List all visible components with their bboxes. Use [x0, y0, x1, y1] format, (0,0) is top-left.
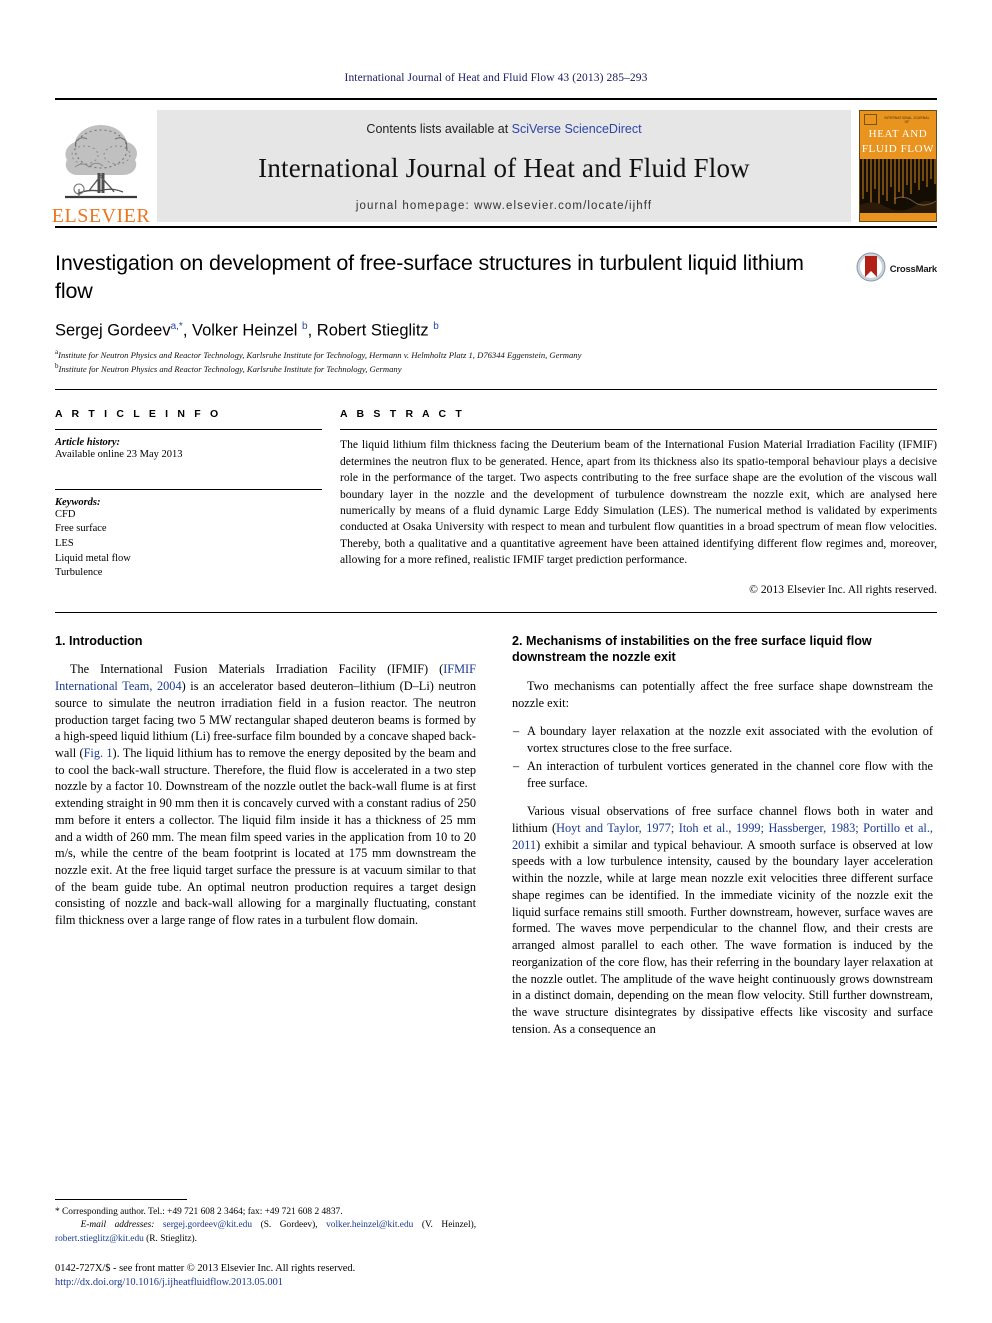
obs-text-b: ) exhibit a similar and typical behaviou…	[512, 837, 933, 1036]
issn-copyright-block: 0142-727X/$ - see front matter © 2013 El…	[55, 1262, 476, 1291]
journal-masthead: ELSEVIER Contents lists available at Sci…	[51, 98, 937, 228]
bullet-item: A boundary layer relaxation at the nozzl…	[512, 723, 933, 756]
affiliation-text: Institute for Neutron Physics and Reacto…	[58, 363, 402, 374]
article-history-value: Available online 23 May 2013	[55, 449, 183, 461]
body-columns: 1. Introduction The International Fusion…	[55, 633, 937, 1038]
intro-text-c: ). The liquid lithium has to remove the …	[55, 745, 476, 928]
section-heading-introduction: 1. Introduction	[55, 633, 143, 648]
article-info-heading: A R T I C L E I N F O	[55, 408, 222, 421]
journal-homepage-link[interactable]: journal homepage: www.elsevier.com/locat…	[356, 200, 652, 212]
corresponding-author-note: * Corresponding author. Tel.: +49 721 60…	[55, 1206, 477, 1244]
crossmark-badge[interactable]: CrossMark	[856, 252, 937, 287]
crossmark-icon	[856, 252, 886, 287]
abstract-column: A B S T R A C T The liquid lithium film …	[340, 408, 937, 596]
keyword-item: CFD	[55, 508, 76, 520]
right-column: 2. Mechanisms of instabilities on the fr…	[512, 633, 933, 1038]
cover-elsevier-badge-icon	[864, 114, 877, 125]
affiliation-text: Institute for Neutron Physics and Reacto…	[58, 349, 582, 360]
elsevier-tree-icon	[57, 115, 145, 205]
email-link[interactable]: robert.stieglitz@kit.edu	[55, 1234, 144, 1244]
article-history-label: Article history:	[55, 437, 121, 449]
keyword-item: Liquid metal flow	[55, 552, 131, 564]
affiliation-item: aInstitute for Neutron Physics and React…	[55, 347, 937, 361]
keyword-item: Free surface	[55, 523, 107, 535]
info-abstract-row: A R T I C L E I N F O Article history: A…	[55, 408, 937, 596]
email-owner: (S. Gordeev)	[260, 1220, 316, 1231]
info-rule-top	[55, 429, 322, 431]
footnote-rule	[55, 1198, 187, 1200]
contents-prefix: Contents lists available at	[366, 122, 512, 136]
keywords-block: Keywords: CFD Free surface LES Liquid me…	[55, 488, 322, 581]
cover-bottom-bar	[860, 213, 936, 221]
page-footer: * Corresponding author. Tel.: +49 721 60…	[55, 1198, 477, 1291]
article-info-column: A R T I C L E I N F O Article history: A…	[55, 408, 340, 596]
info-rule-keywords	[55, 488, 322, 490]
mechanisms-bullet-list: A boundary layer relaxation at the nozzl…	[512, 723, 933, 791]
running-head: International Journal of Heat and Fluid …	[344, 72, 648, 84]
keywords-list: CFD Free surface LES Liquid metal flow T…	[55, 508, 322, 581]
doi-link[interactable]: http://dx.doi.org/10.1016/j.ijheatfluidf…	[55, 1276, 476, 1291]
keyword-item: LES	[55, 538, 74, 550]
abstract-bottom-rule	[55, 611, 937, 613]
intro-text-a: The International Fusion Materials Irrad…	[70, 662, 444, 677]
section-heading-mechanisms: 2. Mechanisms of instabilities on the fr…	[512, 633, 872, 665]
journal-cover-thumbnail: INTERNATIONAL JOURNAL OF HEAT AND FLUID …	[859, 110, 937, 222]
article-page: International Journal of Heat and Fluid …	[0, 0, 992, 1323]
affiliation-item: bInstitute for Neutron Physics and React…	[55, 361, 937, 375]
issn-line: 0142-727X/$ - see front matter © 2013 El…	[55, 1262, 356, 1274]
email-owner: (R. Stieglitz)	[146, 1233, 195, 1244]
contents-list-line: Contents lists available at SciVerse Sci…	[366, 122, 641, 136]
journal-band: Contents lists available at SciVerse Sci…	[157, 110, 851, 222]
journal-title: International Journal of Heat and Fluid …	[258, 152, 750, 183]
affiliation-list: aInstitute for Neutron Physics and React…	[55, 347, 937, 376]
keywords-label: Keywords:	[55, 496, 101, 508]
email-link[interactable]: sergej.gordeev@kit.edu	[163, 1220, 252, 1230]
cover-microtext: INTERNATIONAL JOURNAL OF	[884, 116, 930, 124]
crossmark-label: CrossMark	[889, 264, 938, 275]
keyword-item: Turbulence	[55, 567, 103, 579]
page-title: Investigation on development of free-sur…	[55, 251, 804, 303]
elsevier-wordmark: ELSEVIER	[51, 205, 151, 227]
bullet-item: An interaction of turbulent vortices gen…	[512, 758, 933, 791]
intro-paragraph: The International Fusion Materials Irrad…	[55, 661, 476, 929]
abstract-rule-top	[340, 429, 937, 431]
author-list: Sergej Gordeeva,*, Volker Heinzel b, Rob…	[55, 321, 439, 340]
figure-link-fig1[interactable]: Fig. 1	[84, 746, 113, 760]
elsevier-logo: ELSEVIER	[51, 104, 151, 228]
abstract-heading: A B S T R A C T	[340, 408, 465, 421]
mechanisms-intro-paragraph: Two mechanisms can potentially affect th…	[512, 679, 933, 710]
cover-title-line2: FLUID FLOW	[861, 142, 935, 155]
email-addresses-label: E-mail addresses:	[80, 1220, 155, 1231]
cover-artwork	[860, 159, 936, 221]
title-bottom-rule	[55, 389, 937, 391]
corresponding-author-text: * Corresponding author. Tel.: +49 721 60…	[55, 1206, 343, 1217]
abstract-text: The liquid lithium film thickness facing…	[340, 438, 937, 567]
title-block: Investigation on development of free-sur…	[55, 250, 937, 391]
sciencedirect-link[interactable]: SciVerse ScienceDirect	[512, 122, 642, 136]
email-owner: (V. Heinzel)	[421, 1220, 474, 1231]
left-column: 1. Introduction The International Fusion…	[55, 633, 476, 1038]
observations-paragraph: Various visual observations of free surf…	[512, 803, 933, 1037]
email-link[interactable]: volker.heinzel@kit.edu	[326, 1220, 413, 1230]
cover-title-line1: HEAT AND	[868, 128, 928, 140]
cover-title: HEAT AND FLUID FLOW	[860, 127, 936, 157]
abstract-copyright: © 2013 Elsevier Inc. All rights reserved…	[749, 582, 937, 596]
